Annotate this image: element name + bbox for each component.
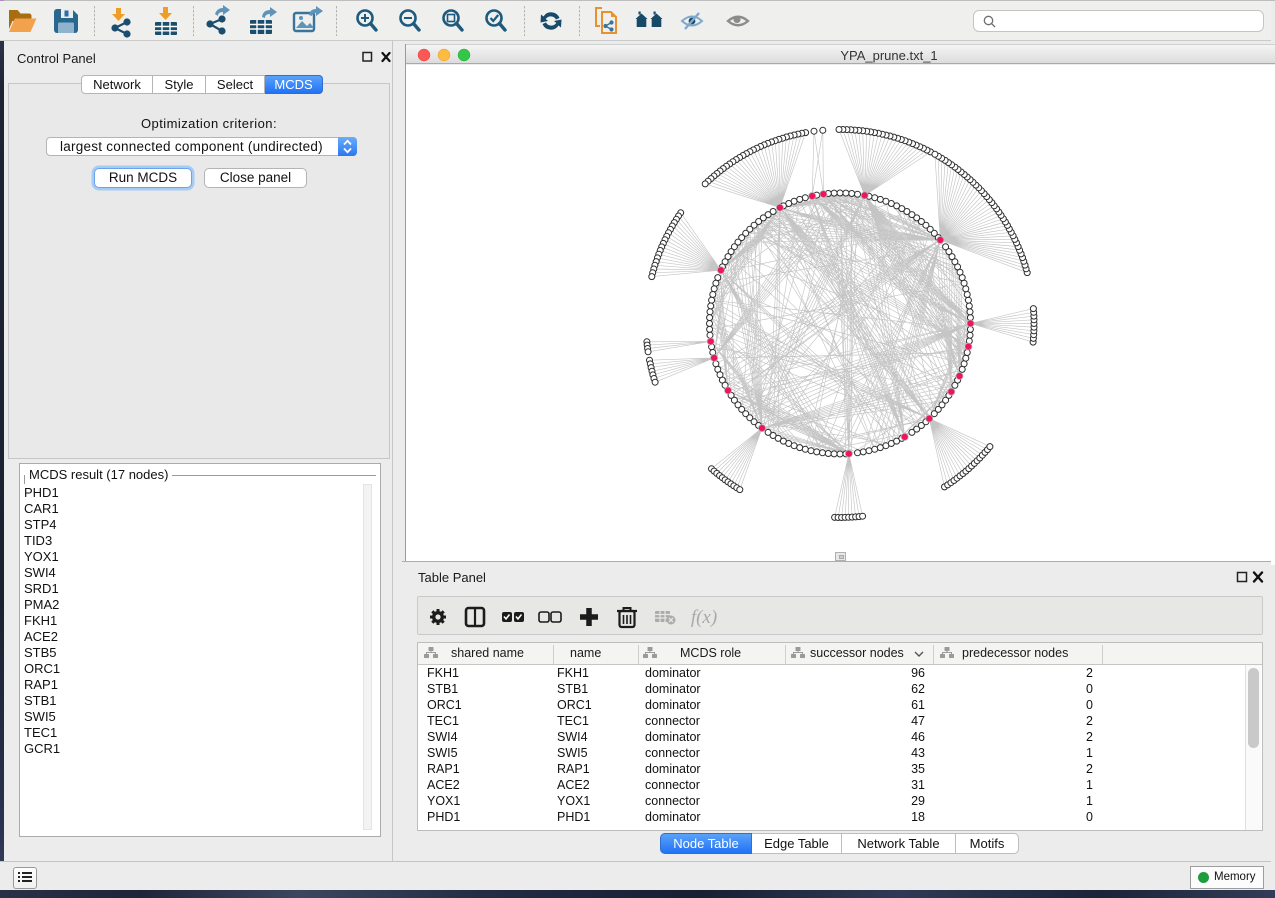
svg-text:f(x): f(x): [691, 607, 717, 628]
